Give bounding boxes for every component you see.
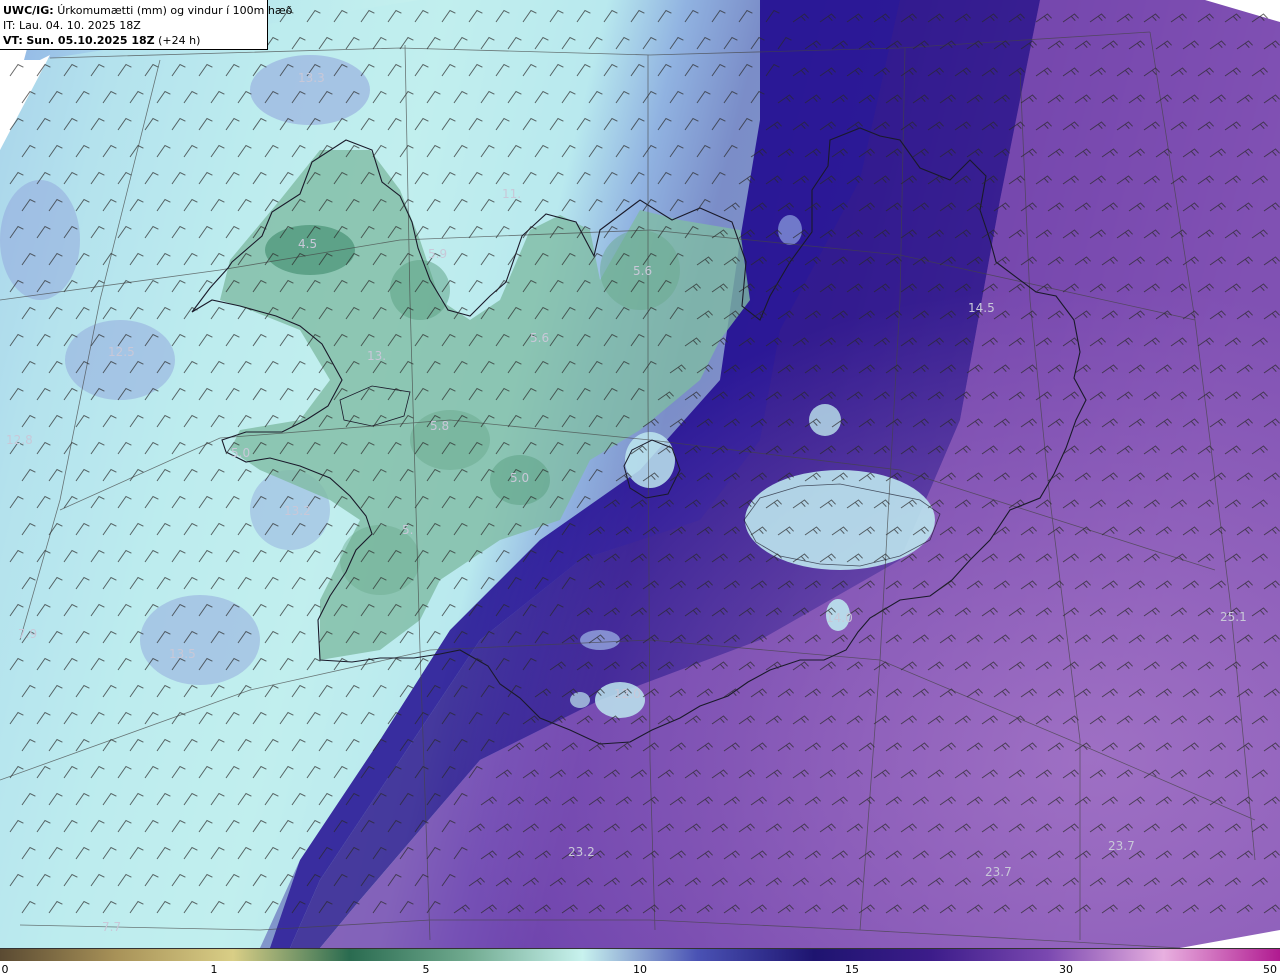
value-label: 5.0 xyxy=(510,471,529,485)
value-label: 23.2 xyxy=(568,845,595,859)
value-label: 13.2 xyxy=(284,504,311,518)
colorbar-tick-10: 10 xyxy=(633,963,647,976)
value-label: 5. xyxy=(402,523,413,537)
model-name: UWC/IG: xyxy=(3,4,54,17)
value-label: 23.7 xyxy=(985,865,1012,879)
value-label: 5.6 xyxy=(530,331,549,345)
value-label: 11. xyxy=(502,187,521,201)
colorbar-strip xyxy=(0,948,1280,961)
colorbar-tick-50: 50 xyxy=(1263,963,1277,976)
map-canvas: 13.3 11. 4.5 5.9 5.6 14.5 12.5 13. 5.6 1… xyxy=(0,0,1280,948)
colorbar-tick-1: 1 xyxy=(210,963,218,976)
value-label: 7.7 xyxy=(102,920,121,934)
valid-time-line: VT: Sun. 05.10.2025 18Z (+24 h) xyxy=(3,33,263,48)
init-time-label: IT: xyxy=(3,19,16,32)
value-label: 5.8 xyxy=(430,419,449,433)
valid-time-label: VT: xyxy=(3,34,23,47)
value-label: 4.5 xyxy=(298,237,317,251)
value-label: 25.1 xyxy=(1220,610,1247,624)
value-label: 12.5 xyxy=(108,345,135,359)
forecast-map: 13.3 11. 4.5 5.9 5.6 14.5 12.5 13. 5.6 1… xyxy=(0,0,1280,978)
colorbar-tick-5: 5 xyxy=(422,963,430,976)
value-label: 23.7 xyxy=(1108,839,1135,853)
value-label: 7.9 xyxy=(18,627,37,641)
value-label: 13.3 xyxy=(298,71,325,85)
valid-time-value: Sun. 05.10.2025 18Z xyxy=(26,34,155,47)
value-label: 12.8 xyxy=(6,433,33,447)
value-label: 5.0 xyxy=(231,446,250,460)
colorbar-tick-15: 15 xyxy=(845,963,859,976)
colorbar-tick-30: 30 xyxy=(1059,963,1073,976)
value-label: 14.5 xyxy=(968,301,995,315)
colorbar-legend: 0 1 5 10 15 30 50 xyxy=(0,948,1280,978)
header-info-box: UWC/IG: Úrkomumætti (mm) og vindur í 100… xyxy=(0,0,292,50)
value-label: 12.0 xyxy=(614,687,641,701)
value-label: 13. xyxy=(367,349,386,363)
init-time-value: Lau. 04. 10. 2025 18Z xyxy=(18,19,141,32)
header-title-line: UWC/IG: Úrkomumætti (mm) og vindur í 100… xyxy=(3,3,292,18)
valid-time-offset: (+24 h) xyxy=(158,34,201,47)
value-label: 5.6 xyxy=(633,264,652,278)
value-label: 5.9 xyxy=(428,247,447,261)
colorbar-tick-0: 0 xyxy=(1,963,9,976)
field-description: Úrkomumætti (mm) og vindur í 100m hæð xyxy=(57,4,293,17)
value-label: 13.5 xyxy=(169,647,196,661)
value-label: 14.0 xyxy=(826,611,853,625)
init-time-line: IT: Lau. 04. 10. 2025 18Z xyxy=(3,18,263,33)
